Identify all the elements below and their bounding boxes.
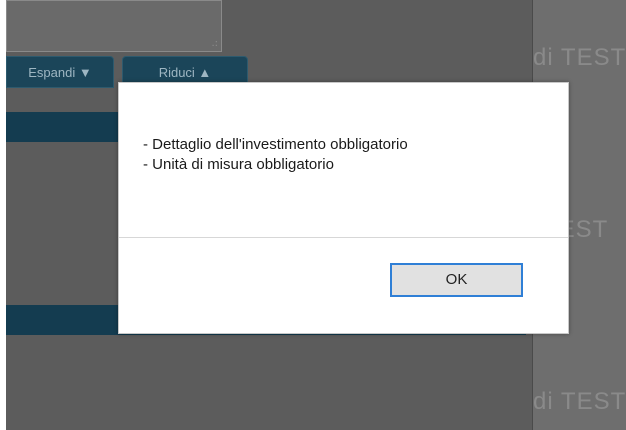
notes-textarea[interactable]: .: xyxy=(6,0,222,52)
dialog-message-area: - Dettaglio dell'investimento obbligator… xyxy=(119,83,568,238)
ok-button[interactable]: OK xyxy=(390,263,523,297)
screen: .: Espandi ▼ Riduci ▲ di TEST TEST di TE… xyxy=(0,0,626,430)
resize-grip-icon[interactable]: .: xyxy=(211,39,218,49)
validation-message: - Dettaglio dell'investimento obbligator… xyxy=(143,136,408,153)
background-label: di TEST xyxy=(533,44,626,71)
validation-messages: - Dettaglio dell'investimento obbligator… xyxy=(143,135,408,175)
validation-alert-dialog: - Dettaglio dell'investimento obbligator… xyxy=(118,82,569,334)
validation-message: - Unità di misura obbligatorio xyxy=(143,156,334,173)
expand-button[interactable]: Espandi ▼ xyxy=(6,56,114,88)
background-label: di TEST xyxy=(533,388,626,415)
